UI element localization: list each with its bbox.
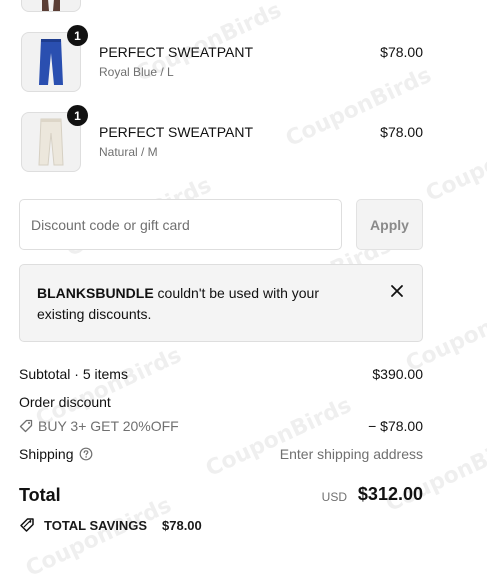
total-label: Total bbox=[19, 485, 61, 505]
product-thumbnail: 1 bbox=[21, 25, 88, 92]
watermark: CouponBirds bbox=[202, 392, 356, 483]
subtotal-value: $390.00 bbox=[372, 366, 423, 382]
order-discount-label: Order discount bbox=[19, 394, 111, 410]
product-variant: Royal Blue / L bbox=[99, 65, 174, 79]
shipping-value: Enter shipping address bbox=[279, 446, 423, 462]
product-thumbnail bbox=[21, 0, 81, 12]
product-name: PERFECT SWEATPANT bbox=[99, 44, 254, 60]
product-name: PERFECT SWEATPANT bbox=[99, 124, 254, 140]
shipping-label: Shipping bbox=[19, 446, 74, 462]
notice-text: BLANKSBUNDLE couldn't be used with your … bbox=[37, 283, 357, 325]
help-icon[interactable] bbox=[79, 447, 93, 461]
currency-label: USD bbox=[321, 490, 347, 504]
watermark: CouponBirds bbox=[22, 492, 176, 582]
discount-code-label: BUY 3+ GET 20%OFF bbox=[38, 418, 179, 434]
product-price: $78.00 bbox=[380, 124, 423, 140]
discount-code-input[interactable] bbox=[19, 199, 342, 250]
tag-icon bbox=[19, 419, 33, 433]
total-savings-value: $78.00 bbox=[162, 518, 202, 533]
notice-code: BLANKSBUNDLE bbox=[37, 285, 154, 301]
close-icon[interactable] bbox=[390, 284, 404, 298]
apply-discount-button[interactable]: Apply bbox=[356, 199, 423, 250]
discount-value: − $78.00 bbox=[368, 418, 423, 434]
quantity-badge: 1 bbox=[67, 105, 88, 126]
watermark: CouponBirds bbox=[422, 117, 487, 208]
product-thumbnail: 1 bbox=[21, 105, 88, 172]
quantity-badge: 1 bbox=[67, 25, 88, 46]
total-savings-label: TOTAL SAVINGS bbox=[44, 518, 148, 533]
product-variant: Natural / M bbox=[99, 145, 158, 159]
discount-error-notice: BLANKSBUNDLE couldn't be used with your … bbox=[19, 264, 423, 342]
total-value: $312.00 bbox=[357, 484, 423, 504]
product-price: $78.00 bbox=[380, 44, 423, 60]
subtotal-label: Subtotal · 5 items bbox=[19, 366, 128, 382]
savings-tag-icon bbox=[20, 518, 34, 532]
